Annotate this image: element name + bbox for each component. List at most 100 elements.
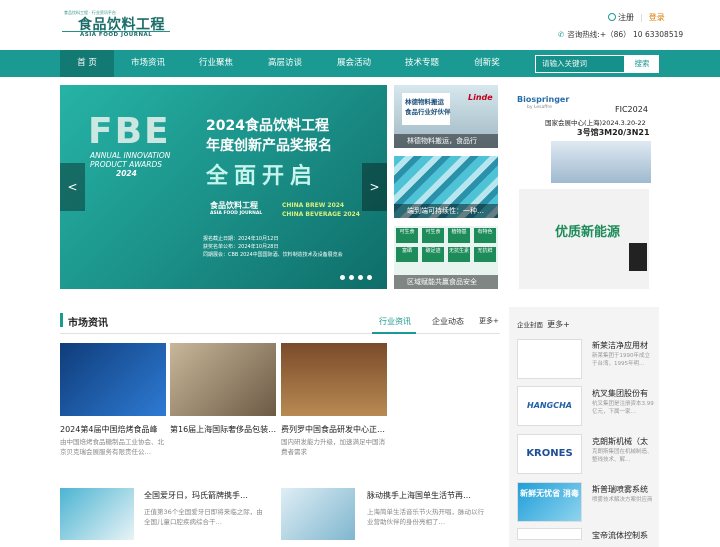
company-desc: 克朗斯集团在机械制造、整线技术、解…: [592, 449, 653, 463]
company-name[interactable]: 新莱洁净应用材: [592, 340, 648, 351]
hotline-text: 咨询热线:+（86） 10 63308519: [567, 30, 684, 39]
news-card-title[interactable]: 第16届上海国际奢侈品包装…: [170, 424, 276, 435]
tile-linde-sub: 食品行业好伙伴: [405, 108, 451, 116]
nav-events[interactable]: 展会活动: [326, 50, 382, 77]
nav-home[interactable]: 首 页: [60, 50, 114, 77]
carousel-prev-button[interactable]: <: [60, 163, 85, 211]
nav-interviews[interactable]: 高层访谈: [257, 50, 313, 77]
site-logo[interactable]: 食品饮料工程 · 行业资讯平台 食品饮料工程 ASIA FOOD JOURNAL: [62, 10, 170, 38]
hangcha-logo[interactable]: HANGCHA: [517, 386, 582, 426]
login-link[interactable]: 登录: [649, 13, 665, 22]
search-input[interactable]: 请输入关键词: [535, 55, 625, 73]
tile-label-grid: 可生食 可生食 植物基 有特色 富硒 碳足迹 无抗生素 无抗鲜: [396, 228, 496, 262]
tab-company-news[interactable]: 企业动态: [432, 316, 464, 327]
banner-title-1: 2024食品饮料工程: [206, 118, 329, 134]
banner-dates: 报名截止日期：2024年10月12日 获奖名单公布：2024年10月28日 同期…: [203, 235, 343, 259]
company-name[interactable]: 杭叉集团股份有: [592, 388, 648, 399]
news-card-title[interactable]: 费列罗中国食品研发中心正…: [281, 424, 387, 435]
awards-line-2: PRODUCT AWARDS: [90, 160, 163, 169]
sidebar-header: 企业封面 更多+: [517, 319, 570, 330]
company-logo[interactable]: [517, 528, 582, 540]
tile-label: 有特色: [474, 228, 496, 243]
tile-label: 可生食: [396, 228, 418, 243]
news-card-image[interactable]: [281, 343, 387, 416]
company-logo[interactable]: [517, 339, 582, 379]
nav-industry-focus[interactable]: 行业聚焦: [188, 50, 244, 77]
tab-industry-news-label: 行业资讯: [379, 317, 411, 326]
news-list-title[interactable]: 脉动携手上海国单生活节再…: [367, 490, 487, 501]
register-link[interactable]: 注册: [618, 13, 634, 22]
carousel-next-button[interactable]: >: [362, 163, 387, 211]
tile-linde[interactable]: 林德物料搬运 食品行业好伙伴 Linde 林德物料搬运，食品行: [394, 85, 498, 148]
ad-booth-image: [551, 141, 651, 183]
section-divider: [60, 333, 500, 334]
ad-venue: 国家会展中心(上海)2024.3.20-22: [545, 119, 646, 127]
expo-brew: CHINA BREW 2024: [282, 202, 345, 209]
tile-label: 植物基: [448, 228, 470, 243]
news-card-image[interactable]: [170, 343, 276, 416]
ad-event: FIC2024: [615, 105, 648, 114]
nav-market-news[interactable]: 市场资讯: [120, 50, 176, 77]
news-card-title[interactable]: 2024第4届中国焙烤食品峰: [60, 424, 166, 435]
news-card-desc: 由中国焙烤食品糖制品工业协会、北京贝克瑞会展服务有限责任公…: [60, 438, 164, 456]
tile-caption: 端到端可持续性：一种…: [394, 204, 498, 218]
search-button[interactable]: 搜索: [625, 55, 659, 73]
news-list-image[interactable]: [281, 488, 355, 540]
divider: |: [640, 13, 643, 22]
company-desc: 喷雾技术解决方案供应商: [592, 497, 653, 503]
banner-brand-cn: 食品饮料工程: [210, 201, 258, 210]
carousel-dot[interactable]: [340, 275, 345, 280]
news-list-image[interactable]: [60, 488, 134, 540]
news-list-desc: 正值第36个全国爱牙日即将来临之际，由全国儿童口腔疾病综合干…: [144, 508, 263, 526]
nav-innovation-award[interactable]: 创新奖: [462, 50, 512, 77]
carousel-dot[interactable]: [349, 275, 354, 280]
ad-banner[interactable]: Biospringer by Lesaffre FIC2024 国家会展中心(上…: [509, 85, 659, 289]
more-link[interactable]: 更多+: [479, 316, 499, 326]
nav-tech-topics[interactable]: 技术专题: [394, 50, 450, 77]
deadline-text: 报名截止日期：2024年10月12日: [203, 236, 279, 242]
news-list-desc: 上海简单生活音乐节火热开唱，脉动以行业营助伙伴的身份亮相了…: [367, 508, 484, 526]
carousel-dot[interactable]: [358, 275, 363, 280]
more-link-label: 更多+: [479, 317, 499, 325]
tab-industry-news[interactable]: 行业资讯: [379, 316, 411, 327]
phone-icon: ✆: [558, 30, 565, 39]
awards-year: 2024: [116, 169, 137, 178]
tile-label: 可生食: [422, 228, 444, 243]
sidebar-more-link[interactable]: 更多+: [547, 320, 570, 329]
tile-sustainability[interactable]: 端到端可持续性：一种…: [394, 156, 498, 218]
banner-expo-names: CHINA BREW 2024 CHINA BEVERAGE 2024: [282, 201, 360, 219]
company-name[interactable]: 斯普瑞喷雾系统: [592, 484, 648, 495]
tile-food-safety[interactable]: 可生食 可生食 植物基 有特色 富硒 碳足迹 无抗生素 无抗鲜 区域赋能共赢食品…: [394, 226, 498, 289]
banner-carousel[interactable]: FBE ANNUAL INNOVATION PRODUCT AWARDS 202…: [60, 85, 387, 289]
tile-label: 无抗生素: [448, 247, 470, 262]
tab-company-news-label: 企业动态: [432, 317, 464, 326]
top-header: 食品饮料工程 · 行业资讯平台 食品饮料工程 ASIA FOOD JOURNAL…: [0, 0, 720, 50]
tile-linde-sign: 林德物料搬运 食品行业好伙伴: [402, 93, 451, 125]
tile-label: 富硒: [396, 247, 418, 262]
banner-awards-text: ANNUAL INNOVATION PRODUCT AWARDS 2024: [90, 151, 170, 178]
company-name[interactable]: 宝帝流体控制系: [592, 530, 648, 541]
user-icon: [608, 13, 616, 21]
tile-caption: 区域赋能共赢食品安全: [394, 275, 498, 289]
linde-logo: Linde: [468, 93, 493, 102]
news-card-image[interactable]: [60, 343, 166, 416]
section-title: 市场资讯: [68, 318, 108, 329]
banner-brand: 食品饮料工程 ASIA FOOD JOURNAL: [210, 200, 262, 216]
news-list-title[interactable]: 全国爱牙日，玛氏箭牌携手…: [144, 490, 264, 501]
carousel-dot[interactable]: [367, 275, 372, 280]
krones-logo[interactable]: KRONES: [517, 434, 582, 474]
sidebar-tab[interactable]: 企业封面: [517, 321, 543, 329]
hotline: ✆ 咨询热线:+（86） 10 63308519: [558, 29, 683, 40]
carousel-dots: [340, 273, 376, 283]
logo-text-en: ASIA FOOD JOURNAL: [80, 32, 153, 38]
spraying-systems-logo[interactable]: 新鲜无忧省 消毒: [517, 482, 582, 522]
ad-brand: Biospringer: [517, 95, 570, 104]
tile-caption: 林德物料搬运，食品行: [394, 134, 498, 148]
tile-label: 碳足迹: [422, 247, 444, 262]
company-name[interactable]: 克朗斯机械（太: [592, 436, 648, 447]
banner-fbe-logo: FBE: [88, 111, 171, 152]
user-links: 注册 | 登录: [608, 12, 665, 23]
tile-linde-heading: 林德物料搬运: [405, 98, 444, 106]
tile-label: 无抗鲜: [474, 247, 496, 262]
expo-beverage: CHINA BEVERAGE 2024: [282, 211, 360, 218]
